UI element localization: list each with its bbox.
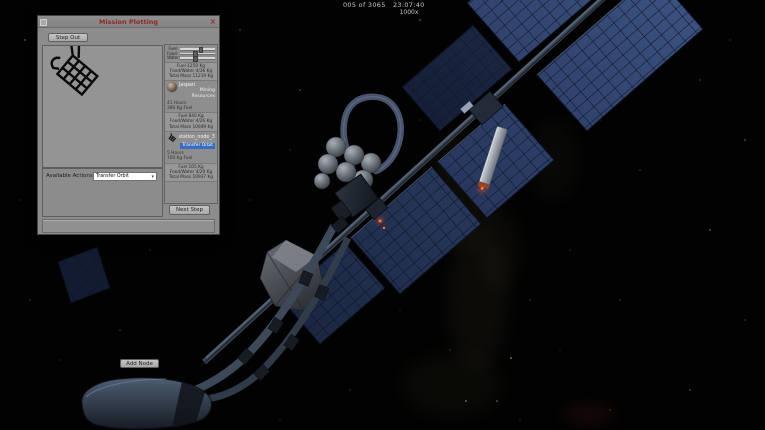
hud-date-counter: 005 of 3065 <box>343 1 386 9</box>
mission-node-jaspari[interactable]: Jaspari Mining Resources <box>165 81 217 99</box>
window-titlebar[interactable]: Mission Plotting × <box>38 16 219 28</box>
action-select-value: Transfer Orbit <box>96 174 129 179</box>
stat-total-mass: Total Mass 10937 Kg <box>165 175 217 180</box>
water-slider-label: Water: <box>167 56 178 61</box>
paddle-fin <box>82 378 212 429</box>
station-node-icon <box>167 133 177 143</box>
water-slider[interactable] <box>180 57 216 60</box>
action-select[interactable]: Transfer Orbit ▾ <box>93 172 157 181</box>
water-slider-thumb[interactable] <box>193 56 198 62</box>
leg1-transit-info: 41 Hours 386 Kg Fuel <box>165 99 217 112</box>
leg2-transit-info: 5 Hours 700 Kg Fuel <box>165 150 217 163</box>
leg1-fuel-burn: 386 Kg Fuel <box>167 106 215 111</box>
node-target-name: station_node_3 <box>179 135 215 141</box>
close-icon[interactable]: × <box>210 17 216 26</box>
resource-summary-start: Fuel 1250 Kg Food/Water 4/36 Kg Total Ma… <box>165 62 217 81</box>
available-actions-label: Available Actions: <box>46 173 95 179</box>
step-out-button[interactable]: Step Out <box>48 33 88 42</box>
chevron-down-icon: ▾ <box>151 175 154 179</box>
resource-sliders: Fuel: Food: Water: <box>165 45 217 62</box>
available-actions-panel: Available Actions: Transfer Orbit ▾ Add … <box>42 168 163 217</box>
game-root: 005 of 3065 23:07:40 1000x Mission Plott… <box>0 0 765 430</box>
mission-plotting-window: Mission Plotting × Step Out Fuel: <box>37 15 220 235</box>
mission-node-station[interactable]: station_node_3 Transfer Orbit <box>165 132 217 150</box>
resource-summary-after-node2: Fuel 105 Kg Food/Water 4/20 Kg Total Mas… <box>165 163 217 182</box>
status-strip <box>42 219 215 233</box>
fuel-slider[interactable] <box>180 48 216 51</box>
stat-food-water: Food/Water 4/26 Kg <box>165 119 217 124</box>
next-step-button[interactable]: Next Step <box>169 205 210 215</box>
window-title: Mission Plotting <box>38 18 219 26</box>
stat-total-mass: Total Mass 10949 Kg <box>165 125 217 130</box>
food-slider[interactable] <box>180 53 216 56</box>
craft-sketch-icon <box>43 46 113 112</box>
resource-summary-after-node1: Fuel 840 Kg Food/Water 4/26 Kg Total Mas… <box>165 112 217 131</box>
add-node-button[interactable]: Add Node <box>120 359 159 368</box>
stat-total-mass: Total Mass 11219 Kg <box>165 74 217 79</box>
mission-steps-panel: Fuel: Food: Water: Fuel 1250 Kg Food/Wat… <box>164 44 218 204</box>
mission-plot-canvas[interactable] <box>42 45 163 168</box>
transfer-orbit-chip[interactable]: Transfer Orbit <box>180 143 215 149</box>
hud-time-acceleration: 1000x <box>393 9 425 16</box>
node-target-name: Jaspari <box>179 83 195 89</box>
leg2-fuel-burn: 700 Kg Fuel <box>167 156 215 161</box>
